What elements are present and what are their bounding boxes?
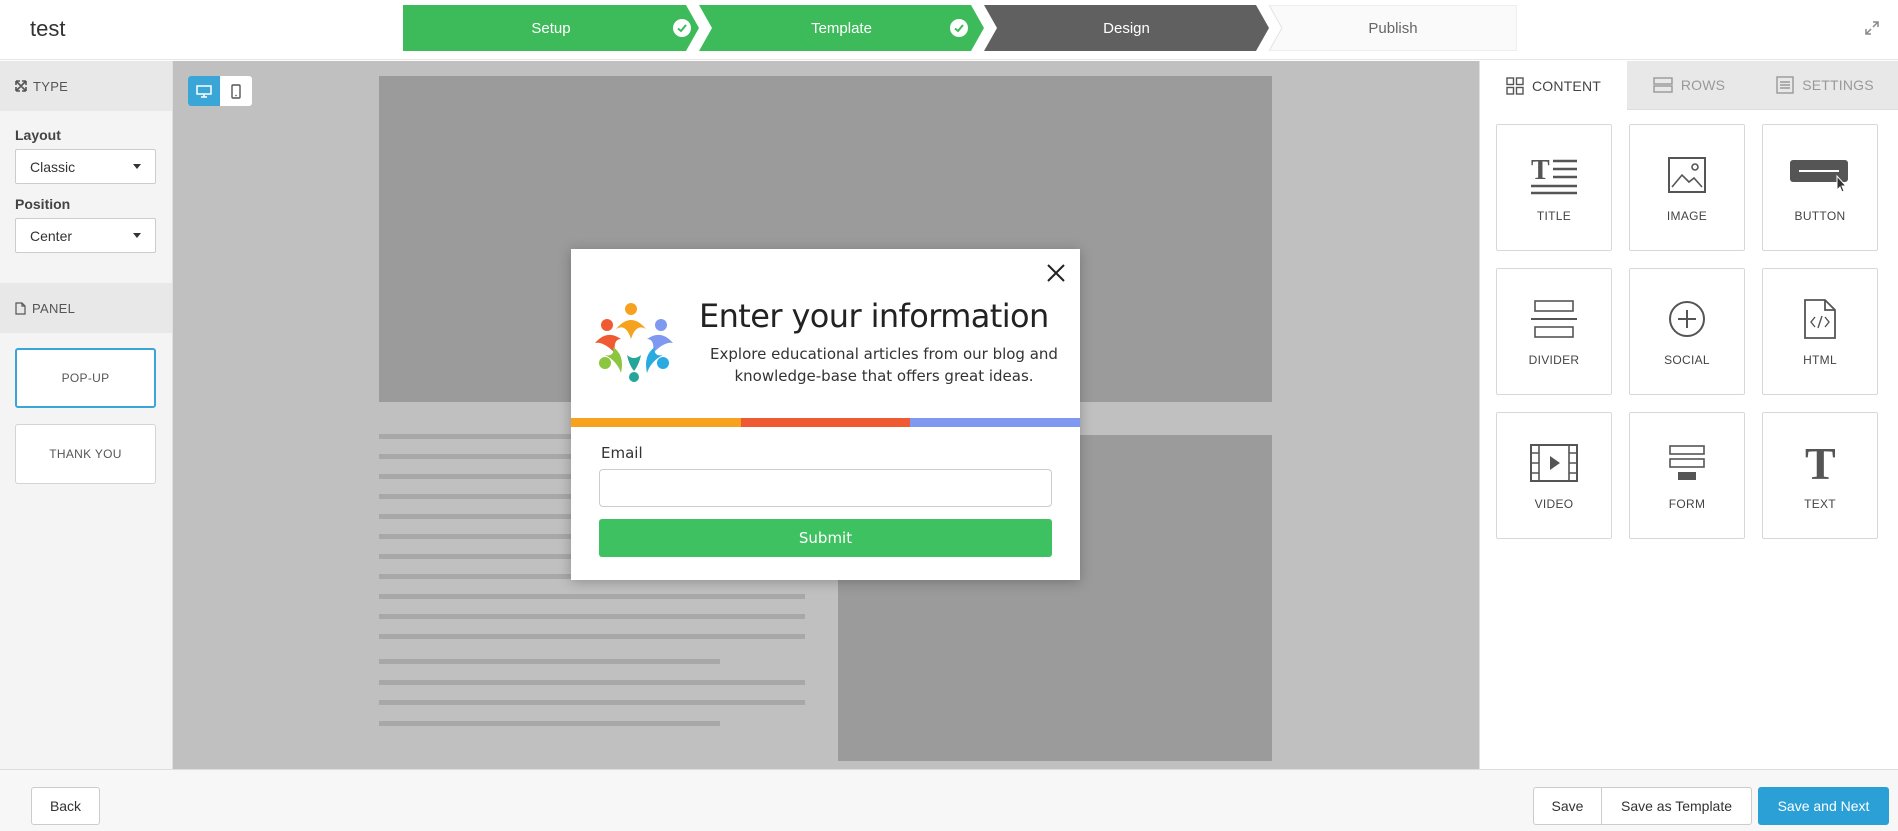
block-button-label: BUTTON (1794, 208, 1846, 223)
panel-thank-you[interactable]: THANK YOU (15, 424, 156, 484)
block-form[interactable]: FORM (1629, 412, 1745, 539)
back-button[interactable]: Back (31, 787, 100, 825)
text-icon: T (1803, 441, 1837, 485)
block-html-label: HTML (1803, 352, 1837, 367)
popup-title: Enter your information (699, 297, 1049, 335)
panel-thank-you-label: THANK YOU (49, 447, 122, 461)
video-icon (1530, 441, 1578, 485)
caret-down-icon (133, 164, 141, 169)
submit-button[interactable]: Submit (599, 519, 1052, 557)
save-and-next-button[interactable]: Save and Next (1758, 787, 1889, 825)
step-design[interactable]: Design (984, 5, 1269, 51)
caret-down-icon (133, 233, 141, 238)
right-panel: CONTENT ROWS SETTINGS T TITLE IMAGE BUTT… (1479, 61, 1898, 769)
title-icon: T (1531, 153, 1577, 197)
step-setup-label: Setup (531, 19, 571, 37)
expand-icon[interactable] (1864, 20, 1880, 36)
step-design-label: Design (1103, 19, 1150, 37)
tab-settings-label: SETTINGS (1802, 77, 1874, 93)
step-template-label: Template (811, 19, 872, 37)
image-icon (1668, 153, 1706, 197)
save-as-template-button[interactable]: Save as Template (1601, 787, 1752, 825)
bottom-bar: Back Save Save as Template Save and Next (0, 769, 1898, 831)
tab-rows[interactable]: ROWS (1627, 61, 1751, 110)
app-title: test (30, 16, 66, 41)
type-header: TYPE (0, 61, 172, 111)
content-blocks-grid: T TITLE IMAGE BUTTON DIVIDER SOCIAL HTML… (1496, 124, 1878, 539)
people-logo-icon (591, 299, 677, 385)
popup-preview[interactable]: Enter your information Explore education… (571, 249, 1081, 580)
step-publish-label: Publish (1368, 19, 1418, 37)
position-select-value: Center (30, 227, 73, 244)
button-icon (1789, 153, 1851, 197)
step-setup[interactable]: Setup (403, 5, 699, 51)
type-header-label: TYPE (33, 78, 69, 94)
rows-icon (1653, 77, 1673, 93)
step-progress: Setup Template Design Publish (403, 5, 1517, 51)
panel-header-label: PANEL (32, 300, 76, 316)
tab-content[interactable]: CONTENT (1480, 61, 1627, 110)
block-title-label: TITLE (1536, 208, 1572, 223)
popup-description: Explore educational articles from our bl… (710, 345, 1058, 385)
panel-popup-label: POP-UP (61, 371, 110, 385)
svg-text:T: T (1531, 155, 1550, 186)
block-form-label: FORM (1668, 496, 1706, 511)
layout-select-value: Classic (30, 158, 76, 175)
mobile-icon (231, 83, 241, 99)
step-publish[interactable]: Publish (1269, 5, 1517, 51)
block-title[interactable]: T TITLE (1496, 124, 1612, 251)
color-stripe (571, 418, 1081, 427)
panel-popup[interactable]: POP-UP (15, 348, 156, 408)
top-bar: test Setup Template Design Publish (0, 0, 1898, 60)
block-text-label: TEXT (1804, 496, 1836, 511)
position-select[interactable]: Center (15, 218, 156, 253)
right-panel-tabs: CONTENT ROWS SETTINGS (1480, 61, 1898, 110)
check-icon (950, 19, 968, 37)
tab-content-label: CONTENT (1531, 77, 1602, 94)
block-image[interactable]: IMAGE (1629, 124, 1745, 251)
layout-select[interactable]: Classic (15, 149, 156, 184)
svg-text:T: T (1805, 441, 1836, 485)
form-icon (1668, 441, 1706, 485)
device-toggle (188, 76, 252, 106)
position-label: Position (15, 196, 71, 212)
block-social[interactable]: SOCIAL (1629, 268, 1745, 395)
desktop-view-button[interactable] (188, 76, 220, 106)
block-social-label: SOCIAL (1664, 352, 1710, 367)
social-plus-icon (1668, 297, 1706, 341)
block-divider[interactable]: DIVIDER (1496, 268, 1612, 395)
check-icon (673, 19, 691, 37)
left-panel: TYPE Layout Classic Position Center PANE… (0, 61, 173, 769)
stripe-red (740, 418, 911, 427)
desktop-icon (196, 84, 212, 98)
block-image-label: IMAGE (1666, 208, 1708, 223)
block-button[interactable]: BUTTON (1762, 124, 1878, 251)
email-label: Email (601, 444, 643, 462)
grid-icon (1506, 76, 1524, 95)
layout-label: Layout (15, 127, 61, 143)
tab-settings[interactable]: SETTINGS (1751, 61, 1898, 110)
block-video[interactable]: VIDEO (1496, 412, 1612, 539)
file-icon (15, 301, 26, 315)
panel-header: PANEL (0, 283, 172, 333)
save-button[interactable]: Save (1533, 787, 1602, 825)
stripe-blue (910, 418, 1081, 427)
arrows-icon (15, 80, 27, 92)
email-field[interactable] (599, 469, 1052, 507)
settings-list-icon (1776, 76, 1794, 94)
code-file-icon (1803, 297, 1837, 341)
step-template[interactable]: Template (699, 5, 984, 51)
block-text[interactable]: T TEXT (1762, 412, 1878, 539)
tab-rows-label: ROWS (1680, 77, 1726, 93)
block-divider-label: DIVIDER (1528, 352, 1580, 367)
stripe-orange (571, 418, 741, 427)
mobile-view-button[interactable] (220, 76, 252, 106)
divider-icon (1531, 297, 1577, 341)
block-html[interactable]: HTML (1762, 268, 1878, 395)
close-icon[interactable] (1046, 263, 1066, 283)
block-video-label: VIDEO (1534, 496, 1574, 511)
